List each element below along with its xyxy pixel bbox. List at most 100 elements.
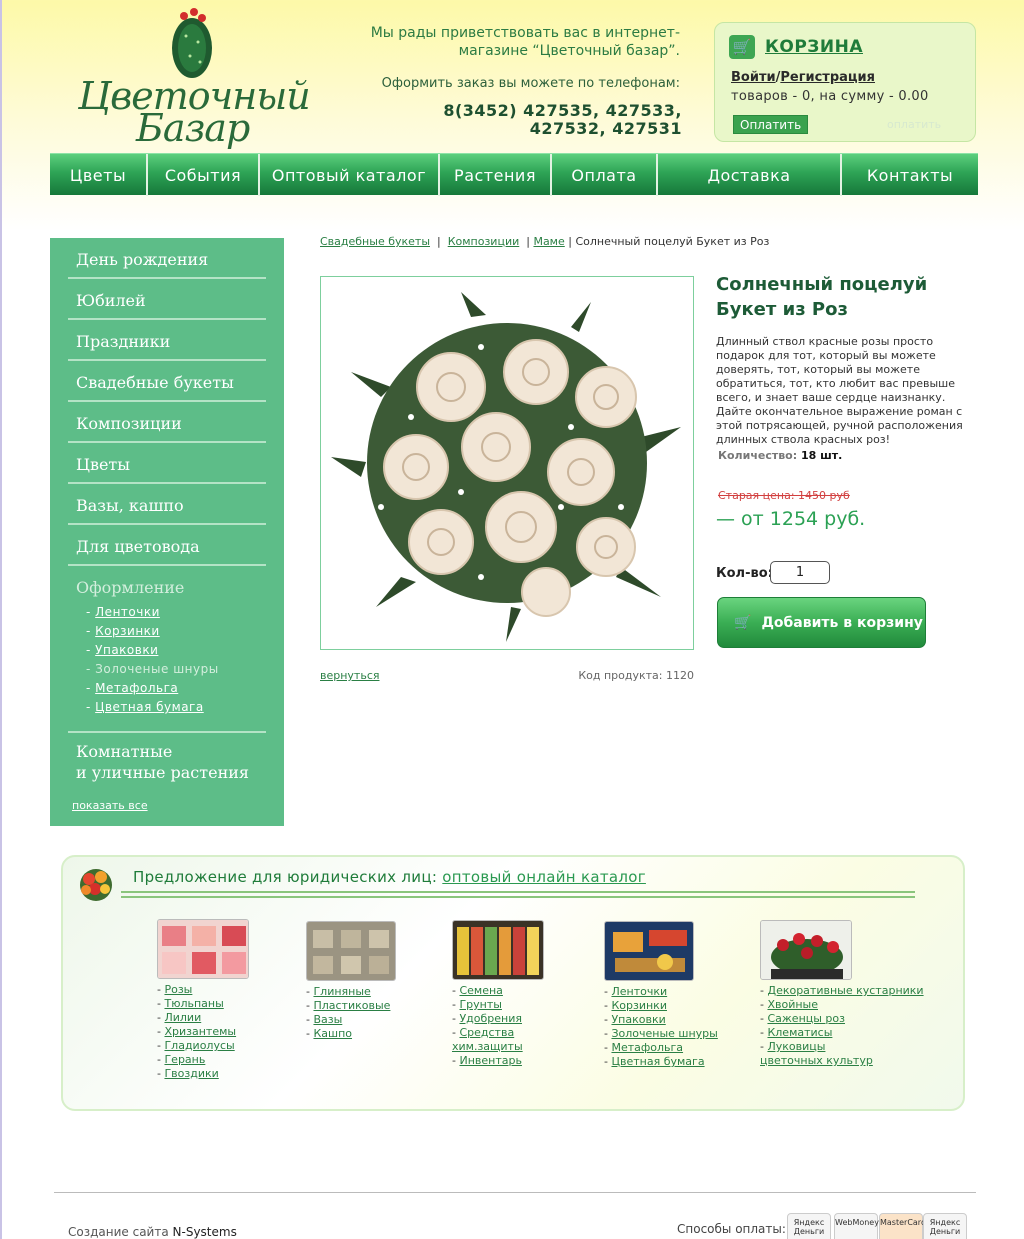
show-all-link[interactable]: показать все (72, 799, 148, 812)
list-item[interactable]: - Цветная бумага (604, 1055, 718, 1069)
list-item[interactable]: - Ленточки (604, 985, 718, 999)
plants-line-2: и уличные растения (76, 763, 250, 782)
nav-item-events[interactable]: События (148, 154, 260, 196)
nav-item-plants[interactable]: Растения (440, 154, 552, 196)
list-item[interactable]: - Тюльпаны (157, 997, 249, 1011)
sidebar-item-gardener[interactable]: Для цветовода (68, 525, 266, 566)
list-item[interactable]: - Гвоздики (157, 1067, 249, 1081)
wholesale-col-shrubs: - Декоративные кустарники - Хвойные - Са… (760, 920, 924, 1068)
wholesale-title-prefix: Предложение для юридических лиц: (133, 868, 438, 886)
list-item[interactable]: - Семена (452, 984, 544, 998)
list-item[interactable]: - Клематисы (760, 1026, 924, 1040)
plants-line-1: Комнатные (76, 742, 173, 761)
yandex-money-icon-2: Яндекс Деньги (923, 1213, 967, 1239)
sidebar-item-plants[interactable]: Комнатные и уличные растения (68, 731, 266, 783)
sidebar-item-holidays[interactable]: Праздники (68, 320, 266, 361)
decor-list: - Ленточки - Корзинки - Упаковки - Золоч… (604, 985, 718, 1069)
site-logo[interactable]: Цветочный Базар (78, 6, 311, 151)
list-item[interactable]: - Вазы (306, 1013, 396, 1027)
pots-image[interactable] (306, 921, 396, 981)
new-price: — от 1254 руб. (716, 508, 866, 530)
login-link[interactable]: Войти (731, 70, 776, 85)
list-item[interactable]: - Средства хим.защиты (452, 1026, 532, 1054)
roses-image[interactable] (157, 919, 249, 979)
sidebar-item-compositions[interactable]: Композиции (68, 402, 266, 443)
sidebar-subitem-metafoil[interactable]: - Метафольга (86, 681, 178, 695)
pay-button[interactable]: Оплатить (733, 115, 809, 134)
product-image[interactable] (320, 276, 694, 650)
breadcrumb-wedding[interactable]: Свадебные букеты (320, 235, 430, 248)
nav-item-flowers[interactable]: Цветы (50, 154, 148, 196)
add-to-cart-label: Добавить в корзину (761, 614, 923, 631)
list-item[interactable]: - Лилии (157, 1011, 249, 1025)
list-item[interactable]: - Удобрения (452, 1012, 544, 1026)
wholesale-col-flowers: - Розы - Тюльпаны - Лилии - Хризантемы -… (157, 919, 249, 1081)
list-item[interactable]: - Метафольга (604, 1041, 718, 1055)
sidebar-subitem-gold-cords[interactable]: - Золоченые шнуры (86, 662, 219, 676)
cart-icon[interactable]: 🛒 (729, 35, 755, 59)
old-price: Старая цена: 1450 руб (718, 489, 850, 502)
add-to-cart-button[interactable]: 🛒 Добавить в корзину (717, 597, 926, 648)
flowers-list: - Розы - Тюльпаны - Лилии - Хризантемы -… (157, 983, 249, 1081)
sidebar-item-birthday[interactable]: День рождения (68, 238, 266, 279)
wholesale-col-seeds: - Семена - Грунты - Удобрения - Средства… (452, 920, 544, 1068)
sidebar-subitem-color-paper[interactable]: - Цветная бумага (86, 700, 204, 714)
sidebar-section-decoration[interactable]: Оформление (68, 566, 266, 607)
shrubs-image[interactable] (760, 920, 852, 980)
list-item[interactable]: - Кашпо (306, 1027, 396, 1041)
sidebar-subitem-packaging[interactable]: - Упаковки (86, 643, 158, 657)
quantity-input[interactable] (770, 561, 830, 584)
product-code: Код продукта: 1120 (578, 669, 694, 682)
sidebar: День рождения Юбилей Праздники Свадебные… (50, 238, 284, 826)
wholesale-title: Предложение для юридических лиц: оптовый… (133, 868, 646, 886)
list-item[interactable]: - Луковицы цветочных культур (760, 1040, 880, 1068)
list-item[interactable]: - Упаковки (604, 1013, 718, 1027)
back-link[interactable]: вернуться (320, 669, 380, 682)
sidebar-item-flowers[interactable]: Цветы (68, 443, 266, 484)
list-item[interactable]: - Грунты (452, 998, 544, 1012)
shrubs-list: - Декоративные кустарники - Хвойные - Са… (760, 984, 924, 1068)
list-item[interactable]: - Саженцы роз (760, 1012, 924, 1026)
nav-item-payment[interactable]: Оплата (552, 154, 658, 196)
yandex-money-icon: Яндекс Деньги (787, 1213, 831, 1239)
wholesale-col-pots: - Глиняные - Пластиковые - Вазы - Кашпо (306, 921, 396, 1041)
product-title: Солнечный поцелуй Букет из Роз (716, 272, 986, 322)
list-item[interactable]: - Глиняные (306, 985, 396, 999)
decor-image[interactable] (604, 921, 694, 981)
sidebar-subitem-ribbons[interactable]: - Ленточки (86, 605, 160, 619)
nav-item-wholesale[interactable]: Оптовый каталог (260, 154, 440, 196)
divider (121, 891, 915, 893)
list-item[interactable]: - Гладиолусы (157, 1039, 249, 1053)
developer-link[interactable]: N-Systems (173, 1225, 237, 1239)
wholesale-catalog-link[interactable]: оптовый онлайн каталог (442, 868, 646, 886)
list-item[interactable]: - Золоченые шнуры (604, 1027, 718, 1041)
register-link[interactable]: Регистрация (780, 70, 875, 85)
list-item[interactable]: - Корзинки (604, 999, 718, 1013)
cart-panel: 🛒 КОРЗИНА Войти/Регистрация товаров - 0,… (714, 22, 976, 142)
list-item[interactable]: - Хвойные (760, 998, 924, 1012)
sidebar-item-vases[interactable]: Вазы, кашпо (68, 484, 266, 525)
breadcrumb-mom[interactable]: Маме (533, 235, 564, 248)
breadcrumb-current: Солнечный поцелуй Букет из Роз (575, 235, 770, 248)
seeds-image[interactable] (452, 920, 544, 980)
list-item[interactable]: - Пластиковые (306, 999, 396, 1013)
kolvo-label: Кол-во: (716, 566, 773, 581)
list-item[interactable]: - Декоративные кустарники (760, 984, 924, 998)
list-item[interactable]: - Герань (157, 1053, 249, 1067)
bouquet-image (331, 292, 681, 642)
breadcrumb-compositions[interactable]: Композиции (448, 235, 520, 248)
flower-bouquet-icon (80, 869, 112, 901)
cart-add-icon: 🛒 (734, 614, 752, 631)
sidebar-subitem-baskets[interactable]: - Корзинки (86, 624, 160, 638)
list-item[interactable]: - Хризантемы (157, 1025, 249, 1039)
nav-item-delivery[interactable]: Доставка (658, 154, 842, 196)
sidebar-item-jubilee[interactable]: Юбилей (68, 279, 266, 320)
auth-links: Войти/Регистрация (731, 70, 875, 85)
list-item[interactable]: - Розы (157, 983, 249, 997)
phone-line-2: 427532, 427531 (529, 119, 682, 138)
list-item[interactable]: - Инвентарь (452, 1054, 544, 1068)
breadcrumb: Свадебные букеты | Композиции | Маме | С… (320, 235, 770, 248)
sidebar-item-wedding[interactable]: Свадебные букеты (68, 361, 266, 402)
nav-item-contacts[interactable]: Контакты (842, 154, 978, 196)
cart-title-link[interactable]: КОРЗИНА (765, 37, 863, 57)
